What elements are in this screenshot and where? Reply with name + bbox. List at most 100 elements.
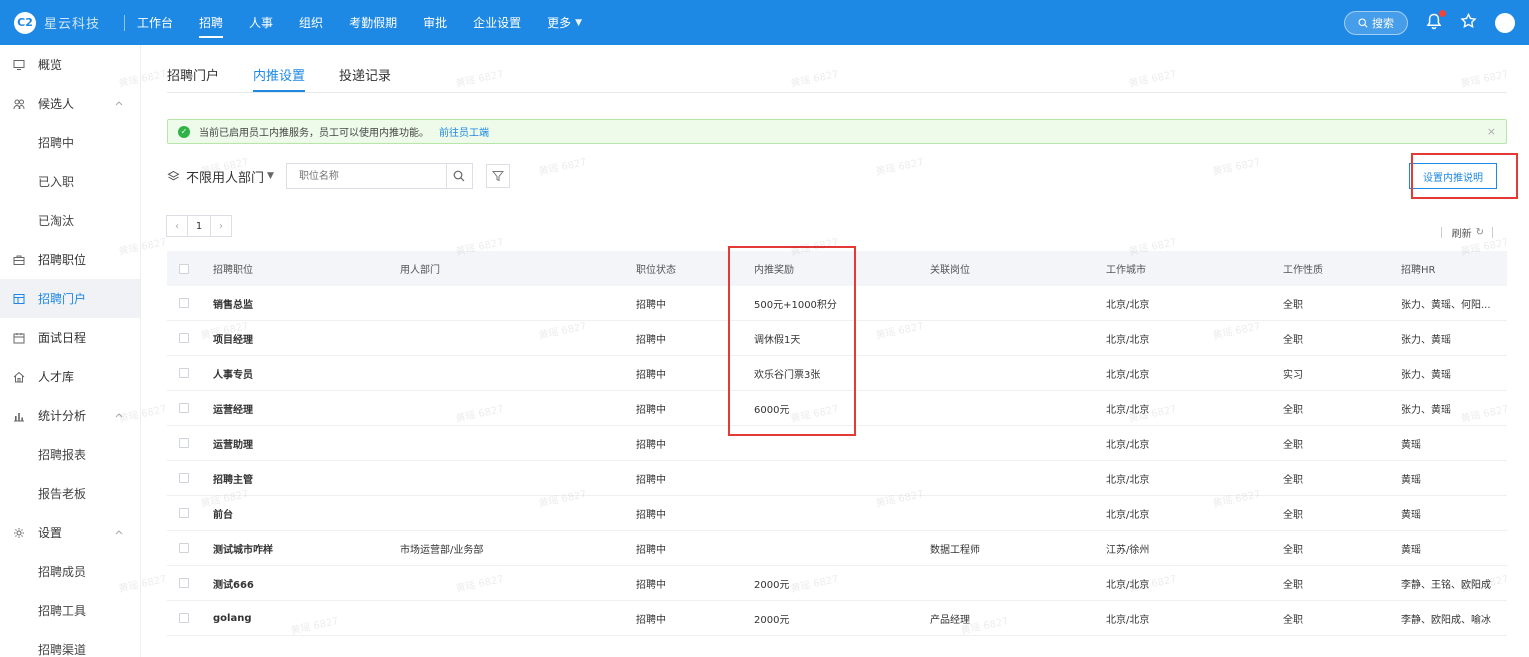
row-checkbox[interactable] (179, 473, 189, 483)
table-row[interactable]: 测试666 招聘中 2000元 北京/北京 全职 李静、王铭、欧阳成 (167, 566, 1507, 601)
search-icon (454, 170, 465, 182)
sidebar-item-talent-pool[interactable]: 人才库 (0, 357, 140, 396)
row-checkbox[interactable] (179, 543, 189, 553)
app-switch-button[interactable] (1460, 12, 1477, 33)
company-name: 星云科技 (44, 17, 101, 32)
cell-status: 招聘中 (636, 614, 666, 626)
refresh-button[interactable]: 刷新 ↻ (1440, 225, 1493, 240)
position-search (285, 163, 473, 189)
cell-position[interactable]: 人事专员 (213, 366, 400, 381)
row-checkbox[interactable] (179, 613, 189, 623)
goto-employee-link[interactable]: 前往员工端 (439, 124, 489, 139)
sidebar-item-tools[interactable]: 招聘工具 (0, 591, 140, 630)
row-checkbox-cell (167, 578, 213, 588)
cell-position[interactable]: 招聘主管 (213, 471, 400, 486)
sidebar-item-members[interactable]: 招聘成员 (0, 552, 140, 591)
filter-button[interactable] (485, 164, 510, 188)
row-checkbox[interactable] (179, 333, 189, 343)
sidebar-item-hired[interactable]: 已入职 (0, 162, 140, 201)
sidebar-item-recruiting[interactable]: 招聘中 (0, 123, 140, 162)
cell-city: 北京/北京 (1106, 474, 1150, 486)
cell-status: 招聘中 (636, 544, 666, 556)
header-related-post: 关联岗位 (930, 265, 970, 276)
sidebar-item-rejected[interactable]: 已淘汰 (0, 201, 140, 240)
table-row[interactable]: 测试城市咋样 市场运营部/业务部 招聘中 数据工程师 江苏/徐州 全职 黄瑶 (167, 531, 1507, 566)
sidebar-item-candidates[interactable]: 候选人 (0, 84, 140, 123)
cell-department: 市场运营部/业务部 (400, 544, 484, 556)
row-checkbox-cell (167, 543, 213, 553)
tab-bar: 招聘门户 内推设置 投递记录 (167, 65, 425, 92)
sidebar-item-label: 候选人 (38, 97, 75, 111)
sidebar-item-settings[interactable]: 设置 (0, 513, 140, 552)
row-checkbox-cell (167, 298, 213, 308)
cell-position[interactable]: 销售总监 (213, 296, 400, 311)
department-select-label: 不限用人部门 (186, 170, 265, 186)
sidebar-item-channels[interactable]: 招聘渠道 (0, 630, 140, 657)
sidebar-item-report-boss[interactable]: 报告老板 (0, 474, 140, 513)
table-row[interactable]: 招聘主管 招聘中 北京/北京 全职 黄瑶 (167, 461, 1507, 496)
sidebar-item-interviews[interactable]: 面试日程 (0, 318, 140, 357)
cell-status: 招聘中 (636, 579, 666, 591)
sidebar-item-label: 设置 (38, 526, 63, 540)
row-checkbox[interactable] (179, 508, 189, 518)
nav-item-hr[interactable]: 人事 (249, 0, 273, 45)
cell-position[interactable]: 运营助理 (213, 436, 400, 451)
tab-portal[interactable]: 招聘门户 (167, 65, 219, 92)
top-search-label: 搜索 (1372, 16, 1394, 30)
cell-position[interactable]: golang (213, 613, 400, 624)
nav-item-workbench[interactable]: 工作台 (137, 0, 173, 45)
row-checkbox[interactable] (179, 298, 189, 308)
position-search-input[interactable] (286, 164, 446, 188)
cell-hr: 张力、黄瑶 (1401, 369, 1451, 381)
sidebar-item-label: 招聘门户 (38, 292, 87, 306)
notification-button[interactable] (1426, 9, 1446, 33)
nav-item-more[interactable]: 更多 ▼ (547, 0, 582, 45)
search-icon (1358, 17, 1368, 28)
sidebar-item-overview[interactable]: 概览 (0, 45, 140, 84)
row-checkbox[interactable] (179, 438, 189, 448)
page-number[interactable]: 1 (187, 215, 211, 237)
tab-referral-settings[interactable]: 内推设置 (253, 65, 306, 92)
filter-icon (491, 171, 504, 182)
row-checkbox-cell (167, 438, 213, 448)
cell-referral-reward: 2000元 (754, 614, 790, 626)
sidebar-item-label: 报告老板 (38, 487, 87, 501)
cell-position[interactable]: 运营经理 (213, 401, 400, 416)
tab-delivery-records[interactable]: 投递记录 (339, 65, 391, 92)
close-icon[interactable]: × (1487, 125, 1496, 138)
notification-dot (1439, 9, 1446, 17)
row-checkbox[interactable] (179, 368, 189, 378)
prev-page-button[interactable]: ‹ (166, 215, 188, 237)
sidebar-item-analytics[interactable]: 统计分析 (0, 396, 140, 435)
select-all-checkbox[interactable] (179, 263, 189, 274)
top-search-button[interactable]: 搜索 (1344, 10, 1408, 35)
row-checkbox[interactable] (179, 403, 189, 413)
nav-item-approval[interactable]: 审批 (423, 0, 447, 45)
table-row[interactable]: 前台 招聘中 北京/北京 全职 黄瑶 (167, 496, 1507, 531)
sidebar-item-label: 招聘成员 (38, 565, 87, 579)
search-button[interactable] (445, 164, 472, 188)
sidebar-item-positions[interactable]: 招聘职位 (0, 240, 140, 279)
nav-item-settings[interactable]: 企业设置 (473, 0, 521, 45)
cell-city: 北京/北京 (1106, 334, 1150, 346)
department-select[interactable]: 不限用人部门 ▼ (167, 167, 274, 186)
cell-position[interactable]: 测试城市咋样 (213, 541, 400, 556)
cell-job-type: 全职 (1283, 544, 1303, 556)
nav-item-attendance[interactable]: 考勤假期 (349, 0, 397, 45)
sidebar-item-label: 招聘渠道 (38, 643, 87, 657)
topbar-divider (124, 14, 125, 31)
nav-item-recruit[interactable]: 招聘 (199, 0, 224, 45)
next-page-button[interactable]: › (210, 215, 232, 237)
cell-position[interactable]: 项目经理 (213, 331, 400, 346)
chevron-down-icon: ▼ (575, 17, 583, 28)
avatar[interactable] (1495, 12, 1515, 33)
row-checkbox[interactable] (179, 578, 189, 588)
sidebar-item-portal[interactable]: 招聘门户 (0, 279, 140, 318)
cell-city: 北京/北京 (1106, 579, 1150, 591)
cell-position[interactable]: 测试666 (213, 576, 400, 591)
logo[interactable]: C2 星云科技 (14, 11, 114, 34)
nav-item-org[interactable]: 组织 (299, 0, 323, 45)
table-row[interactable]: golang 招聘中 2000元 产品经理 北京/北京 全职 李静、欧阳成、喻冰 (167, 601, 1507, 636)
cell-position[interactable]: 前台 (213, 506, 400, 521)
sidebar-item-reports[interactable]: 招聘报表 (0, 435, 140, 474)
